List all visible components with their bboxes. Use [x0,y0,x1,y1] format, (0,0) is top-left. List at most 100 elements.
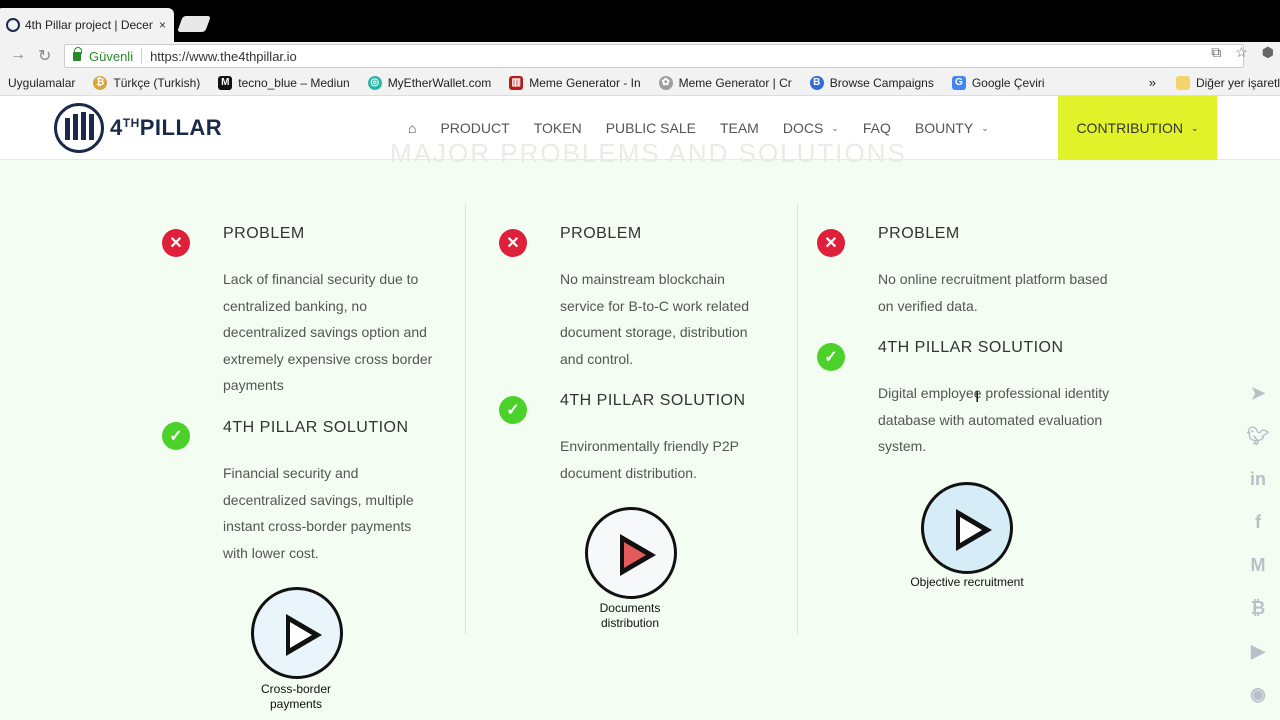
bookmark-label: tecno_blue – Mediun [238,75,350,90]
folder-icon [1175,75,1190,90]
medium-icon[interactable]: M [1244,552,1272,578]
site-logo[interactable]: 4THPILLAR [54,103,222,153]
cross-border-video-thumbnail[interactable] [251,587,343,679]
bookmark-item[interactable]: ₿ Türkçe (Turkish) [93,75,201,90]
problem-x-icon: ✕ [817,229,845,257]
url-text[interactable]: https://www.the4thpillar.io [150,49,297,64]
meme-icon: ▥ [509,75,524,90]
nav-token[interactable]: TOKEN [534,120,582,136]
section-title: MAJOR PROBLEMS AND SOLUTIONS [390,138,907,168]
bookmark-item[interactable]: M tecno_blue – Mediun [218,75,350,90]
other-bookmarks[interactable]: Diğer yer işaretl [1175,75,1280,90]
problems-solutions-section: MAJOR PROBLEMS AND SOLUTIONS ✕ PROBLEM L… [0,138,1280,720]
site-favicon-icon [6,18,20,32]
bookmark-item[interactable]: Uygulamalar [8,76,75,90]
bookmark-label: MyEtherWallet.com [387,75,492,90]
bookmark-item[interactable]: G Google Çeviri [951,75,1045,90]
solution-check-icon: ✓ [817,343,845,371]
solution-text: Financial security and decentralized sav… [223,465,414,561]
bookmark-label: Uygulamalar [8,75,76,90]
tab-close-icon[interactable]: × [159,18,166,32]
problem-text: Lack of financial security due to centra… [223,271,433,393]
contribution-label: CONTRIBUTION [1076,120,1183,136]
medium-icon: M [218,75,233,90]
extension-shield-icon[interactable]: ⬢ [1262,44,1274,61]
contribution-button[interactable]: CONTRIBUTION ⌄ [1058,96,1217,160]
column-divider [797,204,798,634]
video-caption: Documents distribution [599,601,661,630]
solution-heading: 4TH PILLAR SOLUTION [223,419,409,436]
bitcoin-icon: B [809,75,824,90]
recruitment-video-thumbnail[interactable] [921,482,1013,574]
nav-bounty[interactable]: BOUNTY ⌄ [915,120,989,136]
browser-tabstrip: 4th Pillar project | Decen × [0,0,1280,42]
video-caption: Cross-border payments [260,682,332,711]
problem-heading: PROBLEM [223,225,305,242]
bookmark-item[interactable]: ✿ Meme Generator | Cr [658,75,792,90]
solution-heading: 4TH PILLAR SOLUTION [560,392,746,409]
bookmark-item[interactable]: ◎ MyEtherWallet.com [367,75,492,90]
back-arrow-icon[interactable]: → [10,46,26,64]
reload-icon[interactable]: ↻ [38,46,51,66]
bookmark-star-icon[interactable]: ☆ [1235,44,1248,61]
chevron-down-icon: ⌄ [1191,122,1199,133]
youtube-icon[interactable]: ▶ [1244,638,1272,664]
github-icon[interactable]: ◉ [1244,681,1272,707]
bookmark-label: Browse Campaigns [829,75,934,90]
twitter-icon[interactable]: 🐦︎ [1244,423,1272,449]
bookmark-item[interactable]: ▥ Meme Generator - In [509,75,641,90]
bookmarks-overflow-icon[interactable]: » [1149,75,1156,90]
new-tab-button[interactable] [177,16,211,32]
bookmarks-bar: Uygulamalar ₿ Türkçe (Turkish) M tecno_b… [0,70,1280,96]
solution-text: Environmentally friendly P2P document di… [560,438,739,481]
documents-video-thumbnail[interactable] [585,507,677,599]
chevron-down-icon: ⌄ [831,122,839,133]
problem-text: No online recruitment platform based on … [878,271,1108,314]
bitcoin-icon[interactable]: ₿ [1244,595,1272,621]
browser-tab[interactable]: 4th Pillar project | Decen × [0,8,174,42]
tab-title: 4th Pillar project | Decen [25,18,153,32]
solution-check-icon: ✓ [499,396,527,424]
column-divider [465,204,466,634]
nav-team[interactable]: TEAM [720,120,759,136]
other-bookmarks-label: Diğer yer işaretl [1195,75,1280,90]
nav-faq[interactable]: FAQ [863,120,891,136]
lock-icon [73,46,82,61]
logo-name: PILLAR [139,115,223,140]
bookmark-label: Google Çeviri [971,75,1045,90]
solution-check-icon: ✓ [162,422,190,450]
bookmark-label: Türkçe (Turkish) [113,75,201,90]
logo-sup: TH [122,116,140,130]
linkedin-icon[interactable]: in [1244,466,1272,492]
coin-icon: ₿ [93,75,108,90]
home-icon[interactable]: ⌂ [408,120,416,136]
omnibox-divider [141,48,143,64]
pillar-logo-icon [54,103,104,153]
secure-label: Güvenli [89,48,134,64]
translate-icon[interactable]: ⧉ [1211,44,1221,61]
nav-docs[interactable]: DOCS ⌄ [783,120,839,136]
nav-bounty-label: BOUNTY [914,120,974,136]
nav-public-sale[interactable]: PUBLIC SALE [606,120,696,136]
problem-x-icon: ✕ [162,229,190,257]
logo-prefix: 4 [110,115,123,140]
facebook-icon[interactable]: f [1244,509,1272,535]
problem-heading: PROBLEM [878,225,960,242]
video-caption: Objective recruitment [910,575,1024,589]
bookmark-item[interactable]: B Browse Campaigns [809,75,934,90]
address-bar[interactable]: Güvenli https://www.the4thpillar.io [64,44,1244,68]
telegram-icon[interactable]: ➤ [1244,380,1272,406]
bookmark-label: Meme Generator | Cr [678,75,792,90]
google-translate-icon: G [951,75,966,90]
browser-toolbar: → ↻ Güvenli https://www.the4thpillar.io … [0,42,1280,70]
nav-docs-label: DOCS [782,120,824,136]
problem-x-icon: ✕ [499,229,527,257]
chevron-down-icon: ⌄ [981,122,989,133]
solution-text: Digital employee professional identity d… [878,385,1110,454]
nav-product[interactable]: PRODUCT [440,120,509,136]
logo-text: 4THPILLAR [110,115,222,141]
solution-heading: 4TH PILLAR SOLUTION [878,339,1064,356]
problem-text: No mainstream blockchain service for B-t… [560,271,750,367]
meme-cr-icon: ✿ [658,75,673,90]
omnibox-actions: ⧉ ☆ ⬢ [1211,44,1274,61]
